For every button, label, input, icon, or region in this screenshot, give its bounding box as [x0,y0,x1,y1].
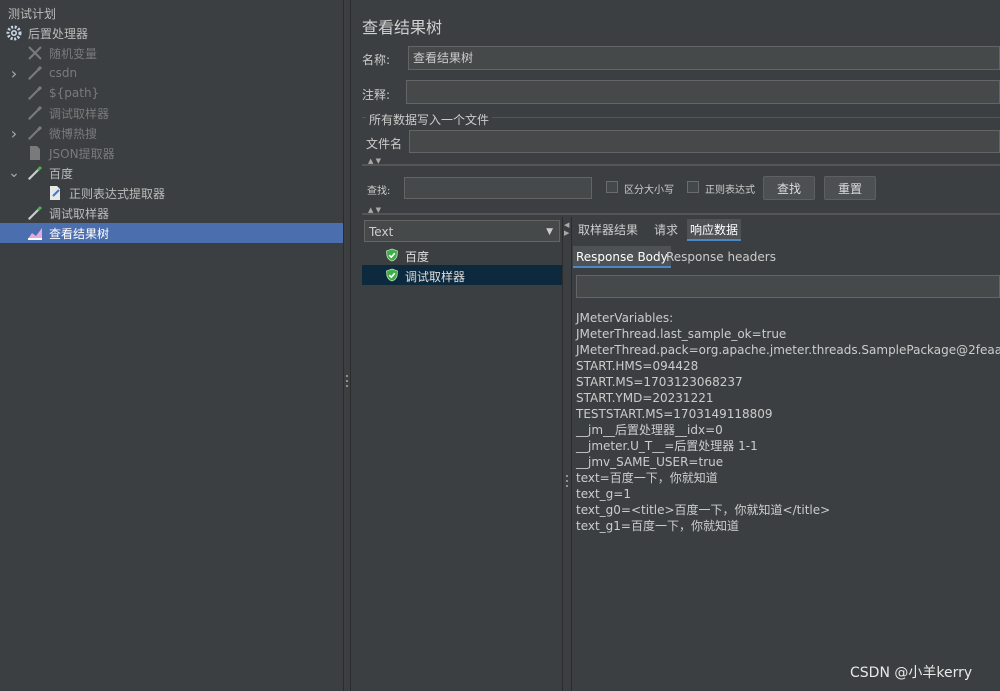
tree-item[interactable]: 查看结果树 [0,223,343,243]
response-line: JMeterVariables: [576,311,674,325]
tree-item[interactable]: 调试取样器 [0,103,343,123]
result-tab[interactable]: 取样器结果 [575,219,641,241]
tree-item-label: csdn [49,66,78,80]
collapse-splitter-bottom[interactable]: ▲ ▼ [362,207,1000,217]
sample-list: 百度 调试取样器 [362,244,562,691]
case-sensitive-checkbox[interactable] [606,181,618,193]
chevron-down-icon[interactable]: ⌄ [8,165,20,181]
response-line: TESTSTART.MS=1703149118809 [576,407,773,421]
response-line: text=百度一下，你就知道 [576,471,718,485]
reset-button[interactable]: 重置 [824,176,876,200]
response-line: __jm__后置处理器__idx=0 [576,423,723,437]
tree-item-label: 调试取样器 [49,106,110,121]
document-icon [26,144,44,162]
regex-label: 正则表达式 [705,185,755,196]
result-tab[interactable]: 请求 [651,219,681,241]
tree-item[interactable]: 后置处理器 [0,23,343,43]
renderer-select-value: Text [369,225,394,239]
sample-result-row[interactable]: 百度 [362,245,562,265]
tree-item[interactable]: JSON提取器 [0,143,343,163]
pipette-icon [26,204,44,222]
split-pane-divider[interactable] [343,0,351,691]
name-input[interactable]: 查看结果树 [408,46,1000,70]
response-line: START.HMS=094428 [576,359,699,373]
result-tab[interactable]: 响应数据 [687,219,742,241]
result-tabs: 取样器结果 请求 响应数据 [573,219,1000,243]
response-sub-tab[interactable]: Response headers [663,246,779,268]
response-line: __jmv_SAME_USER=true [576,455,724,469]
tree-item-label: JSON提取器 [49,146,115,161]
tree-item-label: 随机变量 [49,46,98,61]
response-line: __jmeter.U_T__=后置处理器 1-1 [576,439,758,453]
response-line: START.MS=1703123068237 [576,375,743,389]
response-line: text_g1=百度一下，你就知道 [576,519,739,533]
response-body-text[interactable]: JMeterVariables: JMeterThread.last_sample… [573,302,1000,691]
page-title: 查看结果树 [362,18,443,37]
success-shield-icon [385,268,399,285]
pipette-icon [26,124,44,142]
tree-item[interactable]: 测试计划 [0,3,343,23]
comment-label: 注释: [362,88,391,102]
pipette-icon [26,84,44,102]
tree-item-label: 查看结果树 [49,226,110,241]
response-line: START.YMD=20231221 [576,391,714,405]
renderer-select[interactable]: Text ▼ [364,220,560,242]
response-sub-tab[interactable]: Response Body [573,246,671,268]
results-split-divider[interactable]: ◀ ▶ [562,217,572,691]
tree-item[interactable]: ⌄ 百度 [0,163,343,183]
pipette-icon [26,104,44,122]
sample-result-row[interactable]: 调试取样器 [362,265,562,285]
collapse-splitter-top[interactable]: ▲ ▼ [362,158,1000,168]
pipette-icon [26,64,44,82]
find-button[interactable]: 查找 [763,176,815,200]
success-shield-icon [385,248,399,265]
tree-item-label: 正则表达式提取器 [69,186,166,201]
name-label: 名称: [362,53,391,67]
gear-icon [5,24,23,42]
tree-item-label: 后置处理器 [28,26,89,41]
response-line: JMeterThread.last_sample_ok=true [576,327,787,341]
comment-input[interactable] [406,80,1000,104]
search-label: 查找: [367,186,391,197]
tree-item[interactable]: ${path} [0,83,343,103]
tree-item[interactable]: 调试取样器 [0,203,343,223]
pipette-icon [26,164,44,182]
tree-item[interactable]: 随机变量 [0,43,343,63]
chevron-right-icon[interactable]: › [9,64,19,83]
tree-item-label: 百度 [49,166,74,181]
collapse-left-right-icon[interactable]: ◀ ▶ [564,221,569,237]
case-sensitive-label: 区分大小写 [624,185,674,196]
tree-item-label: ${path} [49,86,100,100]
tree-item-label: 测试计划 [8,6,57,21]
document-edit-icon [46,184,64,202]
response-line: text_g=1 [576,487,631,501]
filename-label: 文件名 [366,137,403,151]
sample-result-label: 调试取样器 [405,270,466,284]
tree-item-label: 调试取样器 [49,206,110,221]
sample-result-label: 百度 [405,250,430,264]
regex-checkbox[interactable] [687,181,699,193]
response-line: JMeterThread.pack=org.apache.jmeter.thre… [576,343,1000,357]
response-search-input[interactable] [576,275,1000,298]
tree-item[interactable]: › csdn [0,63,343,83]
watermark: CSDN @小羊kerry [850,665,973,681]
search-input[interactable] [404,177,592,199]
chart-icon [26,224,44,242]
filename-input[interactable] [409,130,1000,153]
response-sub-tabs: Response Body Response headers [573,246,1000,270]
file-group-label: 所有数据写入一个文件 [366,111,493,128]
test-plan-tree: 测试计划后置处理器随机变量 › csdn ${path} 调试取样器 › 微博热搜 JSON提… [0,0,343,691]
tree-item[interactable]: 正则表达式提取器 [0,183,343,203]
chevron-down-icon: ▼ [546,227,553,237]
tools-icon [26,44,44,62]
response-line: text_g0=<title>百度一下，你就知道</title> [576,503,831,517]
chevron-right-icon[interactable]: › [9,124,19,143]
tree-item-label: 微博热搜 [49,126,98,141]
tree-item[interactable]: › 微博热搜 [0,123,343,143]
